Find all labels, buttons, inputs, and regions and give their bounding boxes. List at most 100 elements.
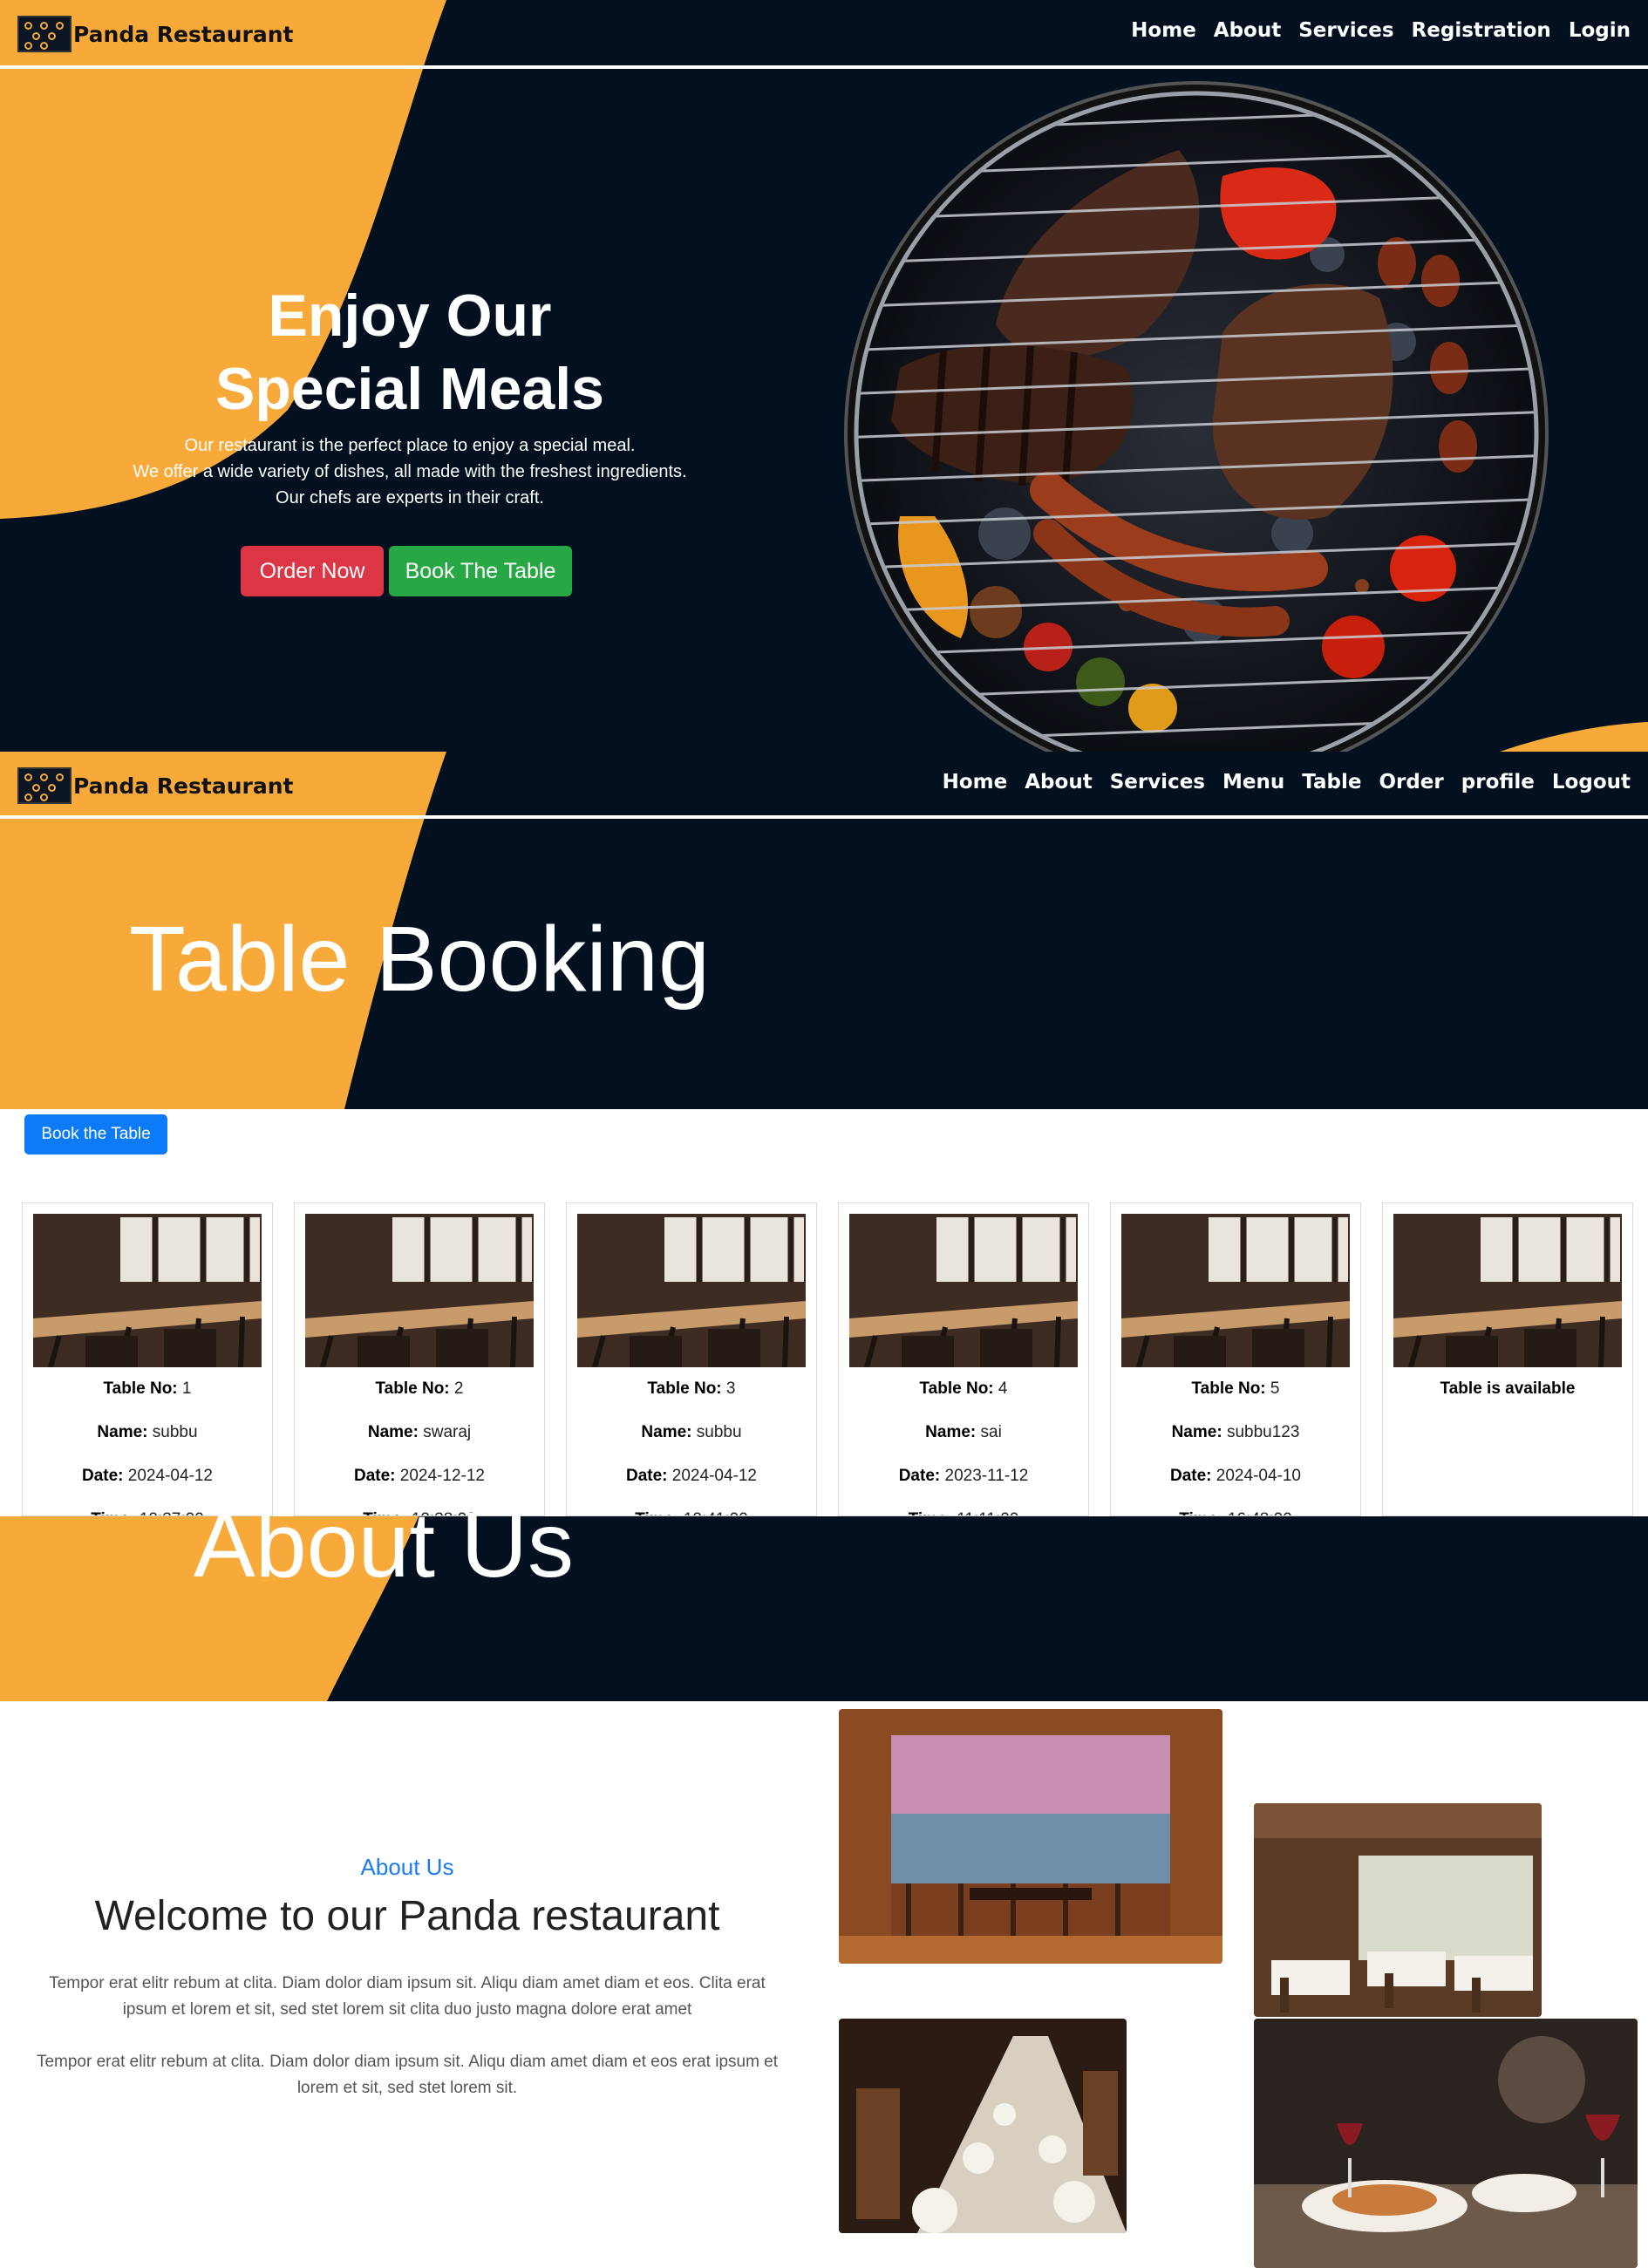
table-number: Table No: 4: [839, 1367, 1088, 1411]
table-date: Date: 2024-04-12: [567, 1454, 816, 1498]
table-name-label: Name:: [97, 1423, 148, 1441]
nav-home[interactable]: Home: [1131, 19, 1196, 42]
top-navbar: Panda Restaurant Home About Services Reg…: [0, 0, 1648, 68]
table-date: Date: 2024-04-12: [23, 1454, 272, 1498]
table-card[interactable]: Table No: 2Name: swarajDate: 2024-12-12T…: [294, 1202, 545, 1516]
about-paragraph-1: Tempor erat elitr rebum at clita. Diam d…: [0, 1971, 814, 2023]
nav-services[interactable]: Services: [1110, 771, 1205, 793]
table-name: Name: subbu: [23, 1411, 272, 1454]
table-date-value: 2024-04-12: [671, 1467, 757, 1485]
nav-menu[interactable]: Menu: [1222, 771, 1284, 793]
table-name-value: sai: [980, 1423, 1002, 1441]
table-card[interactable]: Table No: 4Name: saiDate: 2023-11-12Time…: [838, 1202, 1089, 1516]
table-name-value: subbu: [696, 1423, 742, 1441]
table-number-label: Table No:: [375, 1379, 450, 1398]
table-date-label: Date:: [82, 1467, 124, 1485]
table-photo: [1393, 1214, 1622, 1367]
table-available-label: Table is available: [1440, 1379, 1576, 1398]
book-table-button[interactable]: Book The Table: [389, 546, 572, 596]
hero-text-line-2: We offer a wide variety of dishes, all m…: [133, 462, 687, 481]
table-booking-title: Table Booking: [129, 908, 710, 1011]
table-info: Table No: 4Name: saiDate: 2023-11-12Time…: [839, 1367, 1088, 1515]
nav-registration[interactable]: Registration: [1412, 19, 1551, 42]
table-name-label: Name:: [925, 1423, 977, 1441]
table-name-label: Name:: [367, 1423, 419, 1441]
brand-secondary[interactable]: Panda Restaurant: [17, 767, 293, 804]
table-name: Name: subbu: [567, 1411, 816, 1454]
table-name: Name: swaraj: [295, 1411, 544, 1454]
table-name: Name: sai: [839, 1411, 1088, 1454]
nav-about[interactable]: About: [1214, 19, 1281, 42]
table-card[interactable]: Table No: 5 Name: subbu123 Date: 2024-04-1…: [1110, 1202, 1361, 1516]
brand-name: Panda Restaurant: [73, 21, 294, 47]
table-name: Name: subbu123: [1111, 1411, 1360, 1454]
table-time-label: Time:: [1179, 1510, 1222, 1515]
table-available-text: Table is available: [1383, 1367, 1632, 1411]
grill-food-image: [844, 81, 1549, 752]
table-date-label: Date:: [354, 1467, 396, 1485]
table-photo: [577, 1214, 806, 1367]
nav-divider: [0, 65, 1648, 69]
top-nav-links: Home About Services Registration Login: [1131, 19, 1631, 42]
table-time: Time: 16:48:00: [1111, 1498, 1360, 1515]
terrace-restaurant-photo: [1254, 1803, 1542, 2017]
table-card[interactable]: Table No: 3 Name: subbuDate: 2024-04-12Ti…: [566, 1202, 817, 1516]
panda-logo-icon: [17, 16, 72, 52]
book-the-table-button[interactable]: Book the Table: [24, 1114, 167, 1154]
nav-order[interactable]: Order: [1379, 771, 1443, 793]
brand[interactable]: Panda Restaurant: [17, 16, 293, 52]
nav-divider: [0, 815, 1648, 819]
about-heading: Welcome to our Panda restaurant: [94, 1893, 720, 1939]
table-time-value: 11:11:00: [957, 1510, 1018, 1515]
table-info: Table No: 3 Name: subbuDate: 2024-04-12Ti…: [567, 1367, 816, 1515]
table-number: Table No: 1: [23, 1367, 272, 1411]
table-date-value: 2023-11-12: [944, 1467, 1029, 1485]
table-info: Table No: 5 Name: subbu123 Date: 2024-04-1…: [1111, 1367, 1360, 1515]
hero-title: Enjoy Our Special Meals: [122, 279, 698, 426]
table-number-value: 3: [725, 1379, 736, 1398]
table-photo: [305, 1214, 534, 1367]
table-number-value: 5: [1270, 1379, 1280, 1398]
wine-dinner-photo: [1254, 2019, 1638, 2268]
table-name-label: Name:: [1171, 1423, 1222, 1441]
table-photo: [1121, 1214, 1350, 1367]
table-time: Time: 12:41:00: [567, 1498, 816, 1515]
balcony-dining-photo: [839, 1709, 1222, 1964]
table-number-label: Table No:: [1191, 1379, 1266, 1398]
order-now-button[interactable]: Order Now: [241, 546, 384, 596]
table-number-label: Table No:: [103, 1379, 178, 1398]
brand-name: Panda Restaurant: [73, 773, 294, 799]
hero-title-line-1: Enjoy Our: [268, 283, 552, 349]
table-date-label: Date:: [1170, 1467, 1212, 1485]
nav-about[interactable]: About: [1025, 771, 1092, 793]
table-date: Date: 2024-04-10: [1111, 1454, 1360, 1498]
table-date-label: Date:: [898, 1467, 941, 1485]
table-number-label: Table No:: [919, 1379, 994, 1398]
panda-logo-icon: [17, 767, 72, 804]
table-date: Date: 2024-12-12: [295, 1454, 544, 1498]
nav-login[interactable]: Login: [1569, 19, 1631, 42]
table-time-value: 16:48:00: [1228, 1510, 1292, 1515]
nav-logout[interactable]: Logout: [1552, 771, 1631, 793]
nav-profile[interactable]: profile: [1461, 771, 1535, 793]
table-number-value: 1: [181, 1379, 192, 1398]
about-paragraph-1-line-2: ipsum et lorem et sit, sed stet lorem si…: [122, 2000, 692, 2019]
table-date-value: 2024-04-10: [1216, 1467, 1301, 1485]
nav-home[interactable]: Home: [943, 771, 1008, 793]
table-time-value: 12:41:00: [684, 1510, 748, 1515]
hero-text-line-1: Our restaurant is the perfect place to e…: [184, 436, 636, 455]
hero-description: Our restaurant is the perfect place to e…: [105, 432, 715, 511]
table-number-value: 4: [998, 1379, 1008, 1398]
table-number-label: Table No:: [647, 1379, 722, 1398]
nav-services[interactable]: Services: [1298, 19, 1393, 42]
table-date-value: 2024-04-12: [127, 1467, 213, 1485]
hero-title-line-2: Special Meals: [215, 356, 605, 422]
table-photo: [33, 1214, 262, 1367]
banquet-table-photo: [839, 2019, 1127, 2233]
nav-table[interactable]: Table: [1302, 771, 1361, 793]
table-name-value: subbu: [152, 1423, 198, 1441]
second-nav-links: Home About Services Menu Table Order pro…: [943, 771, 1631, 793]
table-card[interactable]: Table No: 1Name: subbuDate: 2024-04-12Ti…: [22, 1202, 273, 1516]
table-card-available[interactable]: Table is available: [1382, 1202, 1633, 1516]
hero-text-line-3: Our chefs are experts in their craft.: [276, 488, 544, 507]
